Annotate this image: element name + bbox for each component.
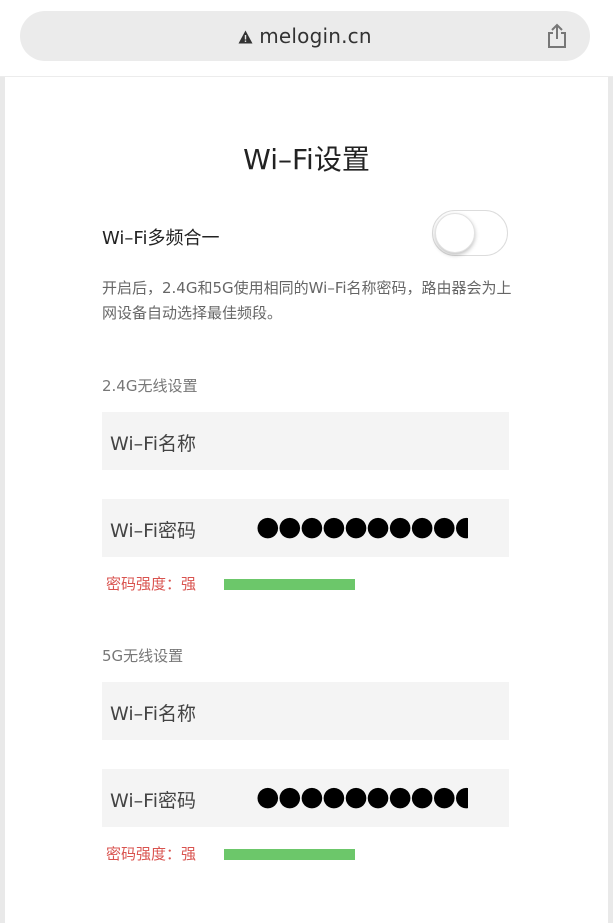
password-strength-text: 密码强度：强 [106, 845, 197, 863]
merge-description: 开启后，2.4G和5G使用相同的Wi–Fi名称密码，路由器会为上网设备自动选择最… [102, 279, 512, 322]
merge-bands-toggle[interactable] [432, 210, 508, 256]
wifi-password-value[interactable]: ●●●●●●●●●●●● [256, 782, 468, 812]
wifi-name-label: Wi–Fi名称 [110, 703, 196, 725]
wifi-name-label: Wi–Fi名称 [110, 433, 196, 455]
url-text: melogin.cn [259, 24, 372, 48]
section-label-5g: 5G无线设置 [102, 647, 184, 665]
wifi-name-field-2-4g[interactable]: Wi–Fi名称 [102, 412, 509, 470]
wifi-password-label: Wi–Fi密码 [110, 520, 196, 542]
password-strength-bar [224, 849, 355, 860]
wifi-name-value[interactable] [256, 695, 468, 725]
warning-icon [238, 30, 253, 44]
toggle-knob [435, 213, 475, 253]
section-label-2-4g: 2.4G无线设置 [102, 377, 198, 395]
wifi-password-label: Wi–Fi密码 [110, 790, 196, 812]
url-display[interactable]: melogin.cn [20, 24, 590, 48]
password-strength-text: 密码强度：强 [106, 575, 197, 593]
merge-bands-label: Wi–Fi多频合一 [102, 228, 220, 249]
merge-bands-row: Wi–Fi多频合一 [102, 210, 510, 256]
password-strength-bar [224, 579, 355, 590]
wifi-name-value[interactable] [256, 425, 468, 455]
wifi-password-value[interactable]: ●●●●●●●●●●●● [256, 512, 468, 542]
browser-bar: melogin.cn [0, 0, 613, 77]
share-icon[interactable] [544, 23, 570, 49]
wifi-password-field-2-4g[interactable]: Wi–Fi密码 ●●●●●●●●●●●● [102, 499, 509, 557]
address-bar[interactable]: melogin.cn [20, 11, 590, 61]
wifi-password-field-5g[interactable]: Wi–Fi密码 ●●●●●●●●●●●● [102, 769, 509, 827]
page-title: Wi–Fi设置 [243, 143, 370, 176]
wifi-name-field-5g[interactable]: Wi–Fi名称 [102, 682, 509, 740]
